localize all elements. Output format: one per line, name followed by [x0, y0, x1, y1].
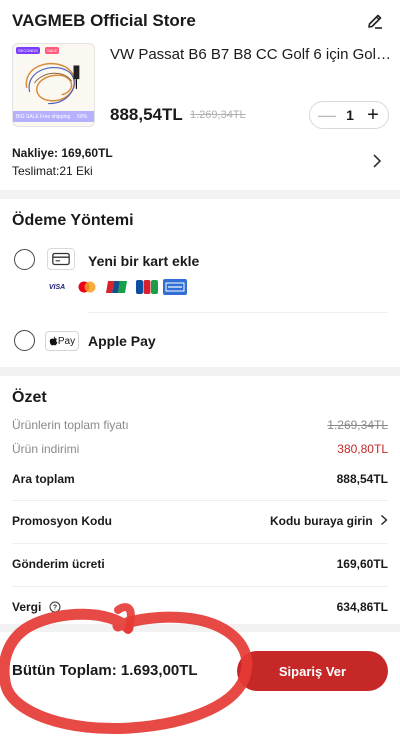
tax-row: Vergi ? 634,86TL [12, 598, 388, 618]
thumb-tag-right: SALE [45, 47, 60, 54]
summary-row-subtotal: Ara toplam 888,54TL [12, 470, 388, 490]
discount-value: 380,80TL [337, 442, 388, 456]
promo-code-label: Promosyon Kodu [12, 514, 113, 528]
promo-code-placeholder[interactable]: Kodu buraya girin [270, 514, 373, 528]
product-title[interactable]: VW Passat B6 B7 B8 CC Golf 6 için Golf 7… [110, 46, 392, 63]
mastercard-circles-icon [78, 281, 96, 293]
new-card-label[interactable]: Yeni bir kart ekle [88, 253, 199, 269]
items-total-value: 1.269,34TL [327, 418, 388, 432]
shipping-fee-row: Gönderim ücreti 169,60TL [12, 555, 388, 575]
tax-label: Vergi [12, 600, 42, 614]
thumb-strip-left: BIG SALE [16, 114, 39, 120]
unionpay-icon [106, 281, 127, 293]
new-card-radio[interactable] [14, 249, 35, 270]
quantity-decrease-button[interactable]: — [318, 105, 336, 125]
quantity-stepper: — 1 + [309, 101, 389, 129]
discount-label: Ürün indirimi [12, 442, 80, 456]
thumb-strip-middle: Free shipping [40, 114, 71, 120]
amex-icon [165, 282, 185, 292]
subtotal-label: Ara toplam [12, 472, 75, 486]
payment-method-card: Ödeme Yöntemi Yeni bir kart ekle VISA Pa… [0, 199, 400, 367]
thumb-strip-right: 50% [77, 114, 88, 120]
summary-divider [12, 543, 388, 544]
shipping-fee-label: Gönderim ücreti [12, 557, 105, 571]
payment-divider [88, 312, 388, 313]
shipping-fee-value: 169,60TL [336, 557, 388, 571]
tax-label-wrap: Vergi ? [12, 600, 61, 614]
mastercard-logo [75, 279, 99, 295]
summary-row-items-total: Ürünlerin toplam fiyatı 1.269,34TL [12, 416, 388, 436]
grand-total: Bütün Toplam: 1.693,00TL [12, 662, 198, 679]
subtotal-value: 888,54TL [336, 472, 388, 486]
info-icon[interactable]: ? [49, 601, 61, 613]
apple-pay-radio[interactable] [14, 330, 35, 351]
apple-pay-label[interactable]: Apple Pay [88, 333, 156, 349]
apple-logo-icon [49, 336, 58, 346]
summary-divider [12, 500, 388, 501]
order-summary-card: Özet Ürünlerin toplam fiyatı 1.269,34TL … [0, 376, 400, 624]
items-total-label: Ürünlerin toplam fiyatı [12, 418, 129, 432]
delivery-date: Teslimat:21 Eki [12, 164, 93, 178]
store-card: VAGMEB Official Store SECONDS SALE BIG S… [0, 0, 400, 190]
amex-logo [163, 279, 187, 295]
quantity-value[interactable]: 1 [338, 107, 362, 123]
place-order-button[interactable]: Sipariş Ver [237, 651, 388, 691]
apple-pay-badge: Pay [45, 331, 79, 351]
promo-code-row[interactable]: Promosyon Kodu Kodu buraya girin [12, 512, 388, 532]
credit-card-icon [47, 248, 75, 270]
apple-pay-badge-text: Pay [57, 335, 76, 347]
shipping-cost: Nakliye: 169,60TL [12, 146, 113, 160]
unionpay-logo [105, 279, 129, 295]
product-old-price: 1.269,34TL [190, 109, 246, 121]
promo-code-entry[interactable]: Kodu buraya girin [270, 514, 388, 528]
chevron-right-icon[interactable] [380, 515, 388, 525]
payment-method-title: Ödeme Yöntemi [12, 212, 134, 229]
product-price: 888,54TL [110, 105, 183, 124]
visa-logo: VISA [48, 283, 66, 291]
jcb-logo [135, 279, 159, 295]
summary-row-discount: Ürün indirimi 380,80TL [12, 440, 388, 460]
summary-divider [12, 586, 388, 587]
summary-title: Özet [12, 389, 47, 406]
chevron-right-icon[interactable] [372, 154, 382, 168]
jcb-icon [136, 280, 158, 294]
tax-value: 634,86TL [336, 600, 388, 614]
store-name[interactable]: VAGMEB Official Store [12, 11, 196, 31]
edit-icon[interactable] [366, 12, 384, 30]
thumb-tag-left: SECONDS [16, 47, 40, 54]
checkout-bar: Bütün Toplam: 1.693,00TL Sipariş Ver [0, 632, 400, 738]
product-thumbnail[interactable]: SECONDS SALE BIG SALE Free shipping 50% [12, 43, 95, 127]
quantity-increase-button[interactable]: + [364, 104, 382, 126]
svg-text:?: ? [53, 605, 57, 612]
